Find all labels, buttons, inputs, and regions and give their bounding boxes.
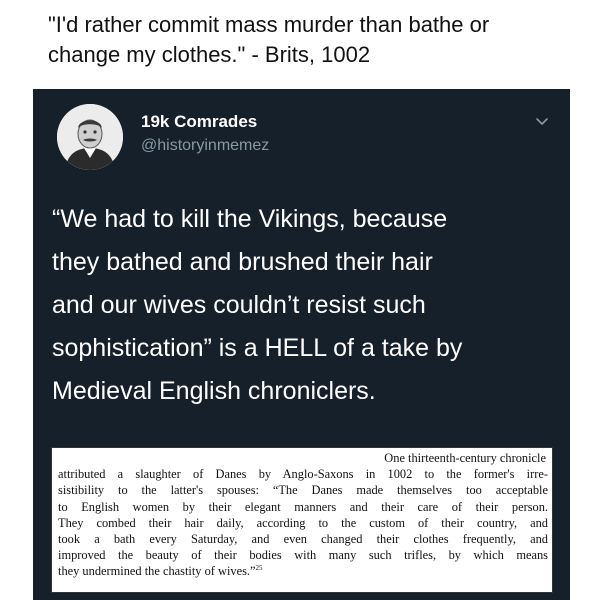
tweet-text-line: “We had to kill the Vikings, because — [52, 205, 448, 233]
excerpt-line: to English women by their elegant manner… — [58, 499, 548, 514]
tweet-card: 19k Comrades @historyinmemez “We had to … — [33, 89, 570, 600]
caption-line-2: change my clothes." - Brits, 1002 — [48, 42, 371, 67]
excerpt-line: took a bath every Saturday, and even cha… — [58, 532, 548, 547]
avatar-portrait-icon — [57, 104, 123, 170]
book-excerpt: One thirteenth-century chronicle attribu… — [51, 447, 553, 593]
account-info: 19k Comrades @historyinmemez — [141, 111, 269, 157]
excerpt-line: One thirteenth-century chronicle — [384, 451, 546, 465]
excerpt-line: They combed their hair daily, according … — [58, 515, 548, 530]
tweet-text-line: they bathed and brushed their hair — [52, 248, 433, 276]
avatar[interactable] — [57, 104, 123, 170]
excerpt-line: attributed a slaughter of Danes by Anglo… — [58, 467, 548, 482]
excerpt-line: improved the beauty of their bodies with… — [58, 548, 548, 563]
footnote-marker: 25 — [255, 564, 263, 573]
chevron-down-icon[interactable] — [534, 113, 550, 129]
tweet-text-line: sophistication” is a HELL of a take by — [52, 334, 463, 362]
caption-line-1: "I'd rather commit mass murder than bath… — [48, 12, 490, 37]
user-handle[interactable]: @historyinmemez — [141, 135, 269, 157]
image-caption: "I'd rather commit mass murder than bath… — [48, 10, 568, 70]
display-name[interactable]: 19k Comrades — [141, 111, 269, 133]
excerpt-line: they undermined the chastity of wives.” — [58, 564, 256, 579]
excerpt-line: sistibility to the latter's spouses: “Th… — [58, 483, 548, 498]
tweet-text: “We had to kill the Vikings, because the… — [52, 198, 557, 413]
tweet-text-line: Medieval English chroniclers. — [52, 377, 376, 405]
tweet-text-line: and our wives couldn’t resist such — [52, 291, 426, 319]
excerpt-last-line: they undermined the chastity of wives.”2… — [58, 563, 548, 579]
